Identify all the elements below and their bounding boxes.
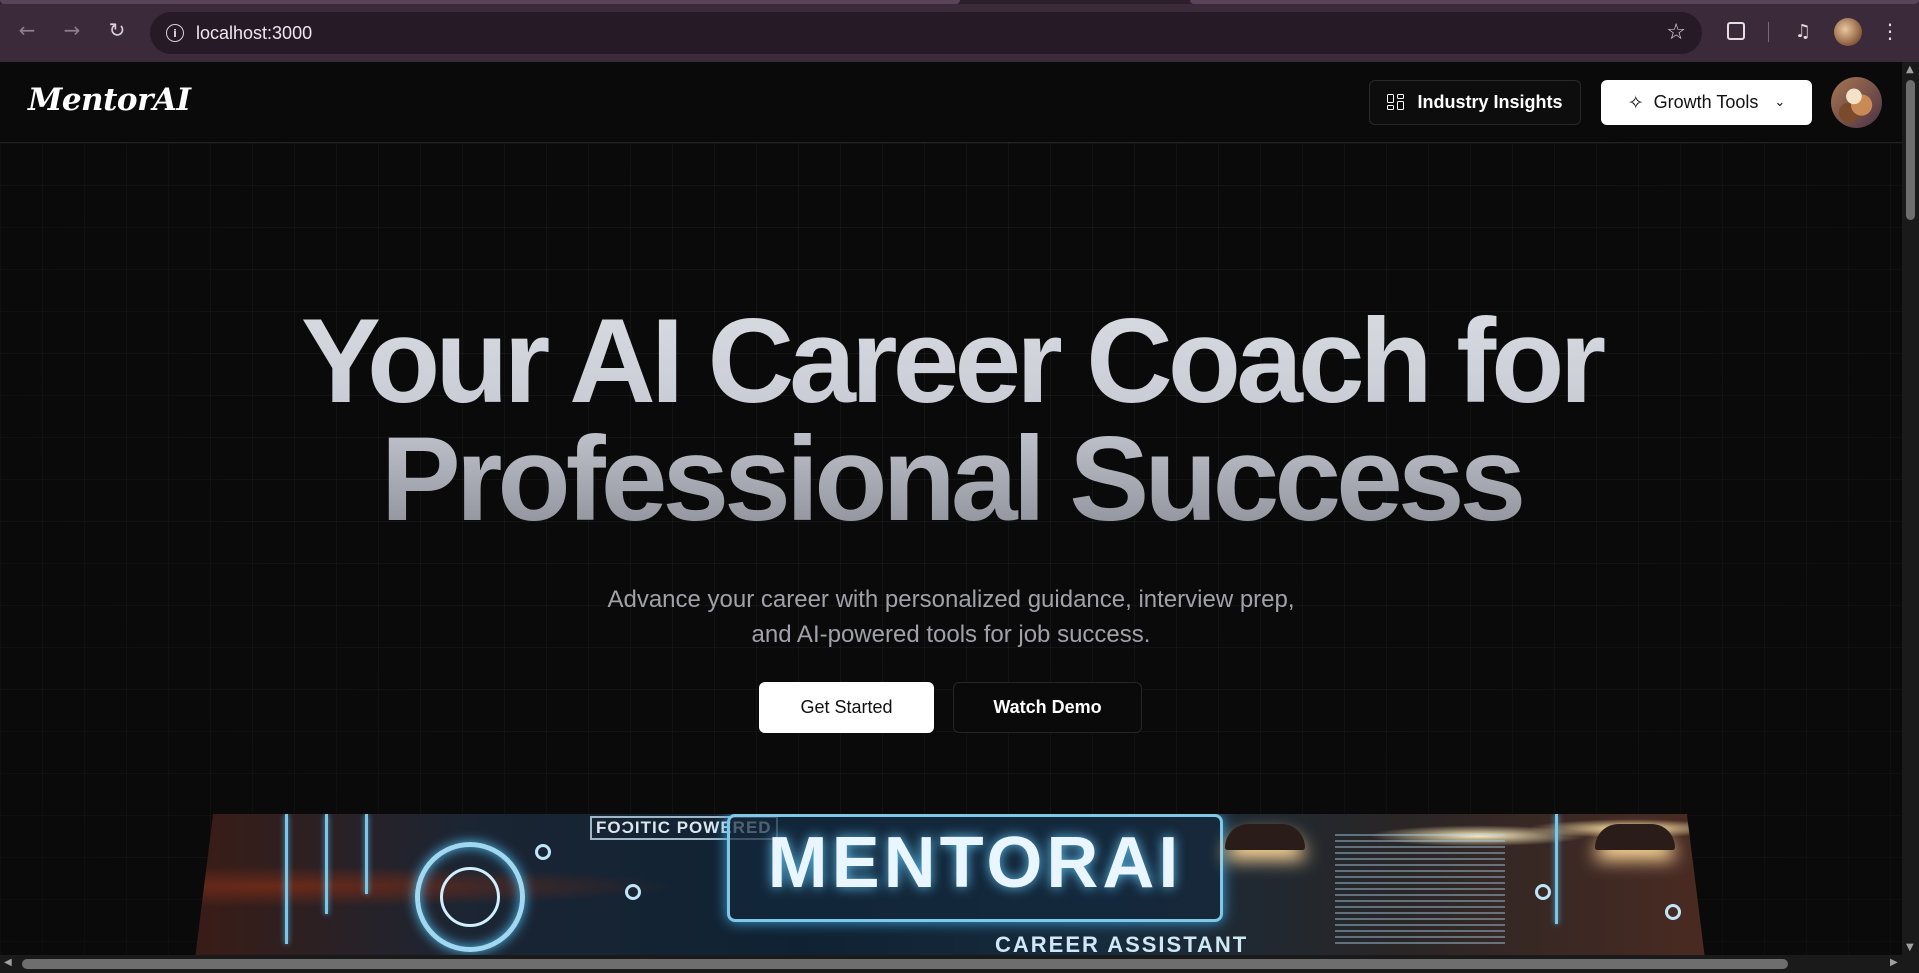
forward-icon[interactable]: →: [59, 17, 85, 43]
horizontal-scrollbar[interactable]: ◀ ▶: [0, 955, 1919, 973]
growth-tools-dropdown[interactable]: ✧ Growth Tools ⌄: [1601, 80, 1812, 125]
circuit-line: [325, 814, 328, 914]
circuit-line: [285, 814, 288, 944]
hero-title: Your AI Career Coach for Professional Su…: [0, 302, 1902, 538]
circuit-node: [625, 884, 641, 900]
hero-title-line-1: Your AI Career Coach for: [300, 294, 1602, 428]
circuit-node: [1665, 904, 1681, 920]
circuit-ring-inner: [440, 867, 500, 927]
hero-subtitle-wrapper: Advance your career with personalized gu…: [0, 582, 1902, 652]
industry-insights-label: Industry Insights: [1417, 92, 1563, 112]
scroll-up-icon[interactable]: ▲: [1906, 64, 1914, 75]
media-control-icon[interactable]: ♫: [1790, 18, 1816, 44]
browser-menu-icon[interactable]: ⋮: [1880, 18, 1900, 44]
code-panel: [1335, 834, 1505, 944]
toolbar-divider: [1768, 22, 1769, 42]
circuit-line: [365, 814, 368, 894]
reload-icon[interactable]: ↻: [104, 17, 130, 43]
scroll-right-icon[interactable]: ▶: [1890, 957, 1898, 968]
watch-demo-button[interactable]: Watch Demo: [953, 682, 1142, 733]
chevron-down-icon: ⌄: [1774, 95, 1786, 110]
banner-sub-text: CAREER ASSISTANT: [995, 932, 1249, 955]
vertical-scrollbar[interactable]: ▲ ▼: [1902, 62, 1919, 955]
get-started-button[interactable]: Get Started: [759, 682, 934, 733]
hero-subtitle: Advance your career with personalized gu…: [607, 586, 1295, 648]
vertical-scroll-thumb[interactable]: [1906, 80, 1915, 220]
extensions-icon[interactable]: [1723, 18, 1749, 44]
browser-profile-avatar[interactable]: [1834, 18, 1862, 46]
url-text[interactable]: localhost:3000: [196, 23, 312, 44]
banner-brand-text: MENTORAI: [767, 823, 1183, 903]
ceiling-lamp: [1595, 824, 1675, 850]
user-avatar[interactable]: [1831, 77, 1882, 128]
hero-banner-image: FOƆITIC POWERED MENTORAI CAREER ASSISTAN…: [195, 814, 1705, 955]
address-bar[interactable]: i localhost:3000 ☆: [150, 12, 1702, 54]
industry-insights-button[interactable]: Industry Insights: [1369, 80, 1581, 125]
back-icon[interactable]: ←: [14, 17, 40, 43]
bookmark-star-icon[interactable]: ☆: [1666, 20, 1686, 45]
circuit-node: [535, 844, 551, 860]
sparkles-icon: ✧: [1627, 91, 1644, 114]
browser-toolbar: ← → ↻ i localhost:3000 ☆ ♫ ⋮: [0, 0, 1919, 62]
scroll-left-icon[interactable]: ◀: [4, 957, 12, 968]
site-header: MentorAI Industry Insights ✧ Growth Tool…: [0, 62, 1902, 143]
tab-strip: [0, 0, 1919, 4]
hero-title-line-2: Professional Success: [380, 412, 1522, 546]
circuit-line: [1555, 814, 1558, 924]
site-info-icon[interactable]: i: [166, 24, 184, 42]
ceiling-lamp: [1225, 824, 1305, 850]
horizontal-scroll-thumb[interactable]: [22, 959, 1788, 969]
scroll-down-icon[interactable]: ▼: [1906, 942, 1914, 953]
site-logo[interactable]: MentorAI: [28, 82, 191, 118]
dashboard-icon: [1387, 93, 1405, 112]
page-viewport: MentorAI Industry Insights ✧ Growth Tool…: [0, 62, 1902, 955]
growth-tools-label: Growth Tools: [1653, 92, 1759, 112]
circuit-node: [1535, 884, 1551, 900]
